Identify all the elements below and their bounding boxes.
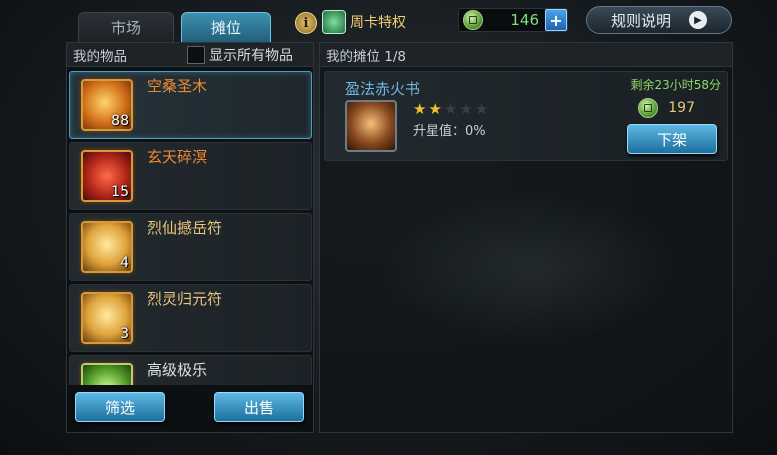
my-items-panel: 我的物品 显示所有物品 88 空桑圣木 15 玄天碎溟 4 烈仙撼岳符 3 烈灵… xyxy=(66,42,314,433)
item-count: 15 xyxy=(111,184,129,200)
my-items-header: 我的物品 显示所有物品 xyxy=(67,43,313,67)
rules-button[interactable]: 规则说明 ▶ xyxy=(586,6,732,34)
tab-market[interactable]: 市场 xyxy=(78,12,174,42)
sacred-wood-icon: 88 xyxy=(81,79,133,131)
bliss-item-icon xyxy=(81,363,133,385)
background-art xyxy=(380,193,680,343)
stall-listing[interactable]: 盈法赤火书 ★ ★ ★ ★ ★ 升星值：0% 剩余23小时58分 197 下架 xyxy=(324,71,728,161)
star-icon: ★ xyxy=(413,100,427,118)
price-value: 197 xyxy=(668,100,695,116)
listing-name: 盈法赤火书 xyxy=(345,80,421,98)
currency-amount: 146 xyxy=(510,11,539,29)
filter-button[interactable]: 筛选 xyxy=(75,392,165,422)
jade-coin-icon xyxy=(638,98,659,118)
list-item[interactable]: 3 烈灵归元符 xyxy=(69,284,312,352)
weekly-card-button[interactable]: 周卡特权 xyxy=(322,8,422,36)
item-count: 4 xyxy=(120,255,129,271)
my-stall-header: 我的摊位 1/8 xyxy=(320,43,732,67)
weekly-card-label: 周卡特权 xyxy=(350,15,406,31)
time-remaining: 剩余23小时58分 xyxy=(630,78,721,92)
item-list[interactable]: 88 空桑圣木 15 玄天碎溟 4 烈仙撼岳符 3 烈灵归元符 高级极乐 xyxy=(67,69,313,385)
talisman-icon: 3 xyxy=(81,292,133,344)
my-stall-panel: 我的摊位 1/8 盈法赤火书 ★ ★ ★ ★ ★ 升星值：0% 剩余23小时58… xyxy=(319,42,733,433)
left-panel-footer: 筛选 出售 xyxy=(67,384,313,432)
list-item[interactable]: 15 玄天碎溟 xyxy=(69,142,312,210)
add-currency-button[interactable]: + xyxy=(545,9,567,31)
star-icon: ★ xyxy=(459,100,473,118)
star-icon: ★ xyxy=(428,100,442,118)
tab-stall[interactable]: 摊位 xyxy=(181,12,271,42)
list-item[interactable]: 4 烈仙撼岳符 xyxy=(69,213,312,281)
item-count: 3 xyxy=(120,326,129,342)
delist-button[interactable]: 下架 xyxy=(627,124,717,154)
item-name: 高级极乐 xyxy=(147,361,208,379)
my-items-title: 我的物品 xyxy=(73,48,127,65)
jade-coin-icon xyxy=(463,10,483,30)
info-icon[interactable]: i xyxy=(295,12,317,34)
list-item[interactable]: 高级极乐 xyxy=(69,355,312,385)
play-arrow-icon: ▶ xyxy=(689,11,707,29)
item-name: 玄天碎溟 xyxy=(147,148,208,166)
item-count: 88 xyxy=(111,113,129,129)
star-icon: ★ xyxy=(474,100,489,118)
my-stall-title: 我的摊位 1/8 xyxy=(326,48,407,65)
item-name: 烈仙撼岳符 xyxy=(147,219,223,237)
talisman-icon: 4 xyxy=(81,221,133,273)
rules-label: 规则说明 xyxy=(610,11,671,30)
show-all-toggle[interactable]: 显示所有物品 xyxy=(187,45,293,65)
list-item[interactable]: 88 空桑圣木 xyxy=(69,71,312,139)
star-value: 升星值：0% xyxy=(413,124,486,139)
show-all-label: 显示所有物品 xyxy=(209,48,293,64)
weekly-card-icon xyxy=(322,10,346,34)
shard-icon: 15 xyxy=(81,150,133,202)
show-all-checkbox[interactable] xyxy=(187,46,205,64)
item-name: 烈灵归元符 xyxy=(147,290,223,308)
currency-display: 146 + xyxy=(458,8,568,32)
item-name: 空桑圣木 xyxy=(147,77,208,95)
star-rating: ★ ★ ★ ★ ★ xyxy=(413,100,488,118)
fire-book-icon xyxy=(345,100,397,152)
sell-button[interactable]: 出售 xyxy=(214,392,304,422)
star-icon: ★ xyxy=(443,100,458,118)
listing-price: 197 xyxy=(638,98,695,118)
